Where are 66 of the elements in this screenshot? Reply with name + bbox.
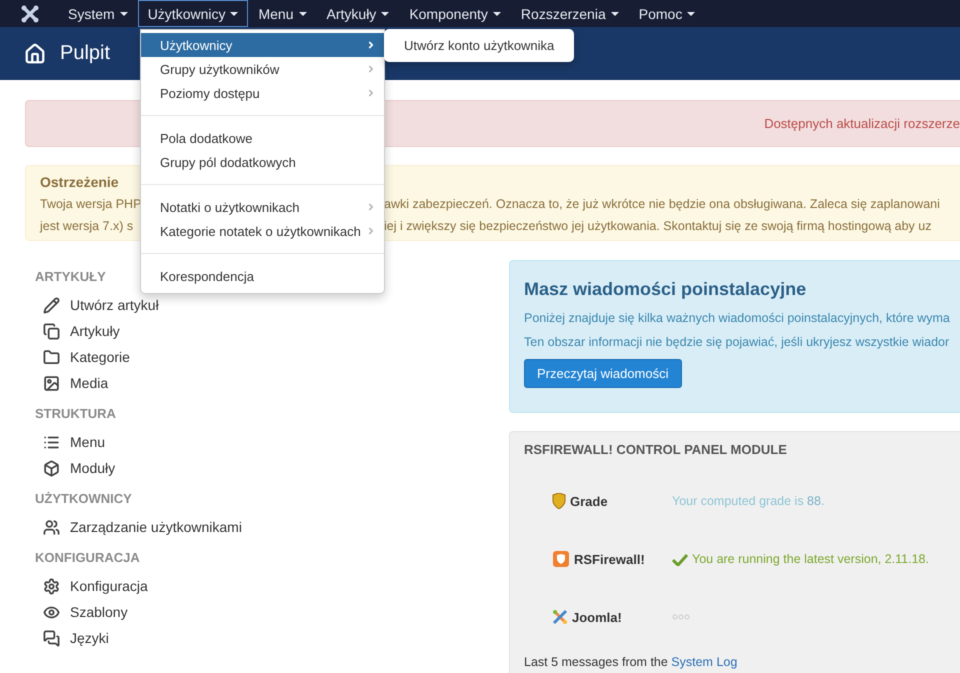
dropdown-item[interactable]: Kategorie notatek o użytkownikach <box>141 219 384 243</box>
sidebar-link[interactable]: Menu <box>35 429 509 455</box>
dropdown-item[interactable]: Grupy użytkowników <box>141 57 384 81</box>
grade-text: Your computed grade is 88. <box>672 494 824 508</box>
warning-text: jest wersja 7.x) s <box>40 219 134 233</box>
version-status-text: You are running the latest version, 2.11.18. <box>692 552 929 566</box>
info-text: Ten obszar informacji nie będzie się pojawiać, jeśli ukryjesz wszystkie wiador <box>524 335 950 349</box>
warning-title: Ostrzeżenie <box>40 174 120 190</box>
joomla-logo-icon <box>552 609 568 625</box>
read-messages-button[interactable]: Przeczytaj wiadomości <box>524 359 682 388</box>
eye-icon <box>43 604 60 620</box>
menu-item[interactable]: Menu <box>248 0 317 27</box>
info-text: Poniżej znajduje się kilka ważnych wiadomości poinstalacyjnych, które wyma <box>524 311 951 325</box>
system-log-link[interactable]: System Log <box>671 655 738 669</box>
shield-icon <box>552 550 570 568</box>
sidebar-link[interactable]: Szablony <box>35 599 509 625</box>
warning-text: iej i zwiększy się bezpieczeństwo jej użytkowania. Skontaktuj się ze swoją firmą hostingową aby uz <box>384 218 932 235</box>
dropdown-item[interactable]: Grupy pól dodatkowych <box>141 150 384 174</box>
sidebar-link[interactable]: Media <box>35 370 509 396</box>
warning-text: Twoja wersja PHP <box>40 197 142 211</box>
sidebar-link[interactable]: Zarządzanie użytkownikami <box>35 514 509 540</box>
log-text: Last 5 messages from the <box>524 655 669 669</box>
box-icon <box>43 460 60 476</box>
shield-icon <box>552 493 566 509</box>
sidebar-link[interactable]: Utwórz artykuł <box>35 292 509 318</box>
home-icon <box>24 42 46 64</box>
dropdown-item[interactable]: Użytkownicy <box>141 33 384 57</box>
users-icon <box>43 518 60 536</box>
panel-title: RSFIREWALL! CONTROL PANEL MODULE <box>524 442 788 457</box>
section-heading: ARTYKUŁY <box>35 269 106 284</box>
chat-icon <box>43 630 60 646</box>
alert-text: Dostępnych aktualizacji rozszerze <box>764 116 960 131</box>
dropdown-item[interactable]: Poziomy dostępu <box>141 81 384 105</box>
list-icon <box>43 434 60 450</box>
section-heading: UŻYTKOWNICY <box>35 491 132 506</box>
info-title: Masz wiadomości poinstalacyjne <box>524 279 808 300</box>
dropdown-item[interactable]: Korespondencja <box>141 264 384 288</box>
submenu-item[interactable]: Utwórz konto użytkownika <box>384 33 574 58</box>
check-icon <box>672 552 688 566</box>
section-heading: STRUKTURA <box>35 406 116 421</box>
dropdown-item[interactable]: Pola dodatkowe <box>141 126 384 150</box>
menu-item[interactable]: Komponenty <box>399 0 511 27</box>
pencil-icon <box>43 296 60 314</box>
menu-item[interactable]: Użytkownicy <box>138 0 248 27</box>
dropdown-item[interactable]: Notatki o użytkownikach <box>141 195 384 219</box>
settings-icon <box>43 578 60 594</box>
menu-item[interactable]: Artykuły <box>316 0 400 27</box>
menu-item[interactable]: Rozszerzenia <box>510 0 629 27</box>
loading-dots-icon <box>672 614 690 620</box>
status-label: RSFirewall! <box>574 552 645 566</box>
folder-icon <box>43 348 60 366</box>
status-label: Joomla! <box>572 610 622 624</box>
sidebar-link[interactable]: Artykuły <box>35 318 509 344</box>
status-label: Grade <box>570 494 608 508</box>
menu-item[interactable]: Pomoc <box>628 0 706 27</box>
sidebar-link[interactable]: Konfiguracja <box>35 573 509 599</box>
joomla-logo-icon[interactable] <box>20 4 40 24</box>
copy-icon <box>43 322 60 340</box>
sidebar-link[interactable]: Języki <box>35 625 509 651</box>
page-title: Pulpit <box>60 42 110 65</box>
menu-item[interactable]: System <box>58 0 138 27</box>
image-icon <box>43 374 60 392</box>
sidebar-link[interactable]: Kategorie <box>35 344 509 370</box>
section-heading: KONFIGURACJA <box>35 550 140 565</box>
sidebar-link[interactable]: Moduły <box>35 455 509 481</box>
warning-text: awki zabezpieczeń. Oznacza to, że już wkrótce nie będzie ona obsługiwana. Zaleca się zaplanowani <box>384 196 940 213</box>
